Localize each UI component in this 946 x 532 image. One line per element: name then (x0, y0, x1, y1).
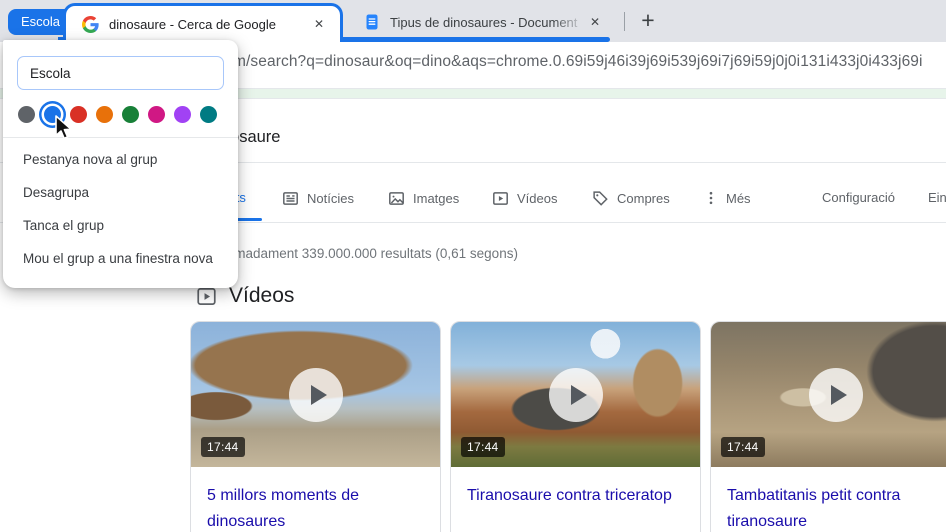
video-cards-row: 17:44 5 millors moments de dinosaures 17… (190, 321, 946, 532)
serp-tab-label: Més (726, 191, 751, 206)
close-tab-icon[interactable]: ✕ (310, 15, 328, 33)
serp-tab-label: Configuració (822, 190, 895, 205)
play-icon[interactable] (289, 368, 343, 422)
mouse-cursor (50, 114, 76, 142)
news-icon (282, 190, 299, 207)
color-swatch-pink[interactable] (148, 106, 165, 123)
video-title-link[interactable]: Tiranosaure contra triceratop (467, 483, 684, 509)
tab-group-menu: Pestanya nova al grup Desagrupa Tanca el… (3, 40, 238, 288)
serp-tools-link[interactable]: Eines (928, 190, 946, 205)
address-bar-url[interactable]: m/search?q=dinosaur&oq=dino&aqs=chrome.0… (233, 53, 923, 71)
video-title-link[interactable]: 5 millors moments de dinosaures (207, 483, 424, 532)
menu-item-new-tab-in-group[interactable]: Pestanya nova al grup (3, 143, 238, 176)
tab-title: dinosaure - Cerca de Google (109, 17, 310, 32)
serp-tab-label: Eines (928, 190, 946, 205)
tab-tipus-de-dinosaures[interactable]: Tipus de dinosaures - Document ✕ (346, 6, 614, 38)
color-swatch-cyan[interactable] (200, 106, 217, 123)
image-icon (388, 190, 405, 207)
color-swatch-green[interactable] (122, 106, 139, 123)
color-swatch-purple[interactable] (174, 106, 191, 123)
serp-tab-imatges[interactable]: Imatges (388, 190, 459, 207)
video-duration-badge: 17:44 (721, 437, 765, 457)
color-swatch-orange[interactable] (96, 106, 113, 123)
browser-window: Escola dinosaure - Cerca de Google ✕ Tip… (0, 0, 946, 532)
tab-title: Tipus de dinosaures - Document (390, 15, 586, 30)
videos-section-title: Vídeos (229, 284, 294, 308)
play-icon[interactable] (549, 368, 603, 422)
play-icon[interactable] (809, 368, 863, 422)
serp-tab-label: Notícies (307, 191, 354, 206)
google-favicon (82, 16, 99, 33)
video-card[interactable]: 17:44 5 millors moments de dinosaures (190, 321, 441, 532)
tab-separator (624, 12, 625, 31)
more-vertical-icon (704, 190, 718, 206)
serp-settings-link[interactable]: Configuració (822, 190, 895, 205)
color-swatch-grey[interactable] (18, 106, 35, 123)
video-duration-badge: 17:44 (461, 437, 505, 457)
videos-section-icon (196, 286, 217, 307)
serp-tab-label: Compres (617, 191, 670, 206)
menu-item-move-group-to-new-window[interactable]: Mou el grup a una finestra nova (3, 242, 238, 275)
video-card[interactable]: 17:44 Tiranosaure contra triceratop (450, 321, 701, 532)
video-title-link[interactable]: Tambatitanis petit contra tiranosaure (727, 483, 944, 532)
serp-tab-label: Imatges (413, 191, 459, 206)
serp-tab-videos[interactable]: Vídeos (492, 190, 557, 207)
serp-tab-mes[interactable]: Més (704, 190, 751, 206)
tag-icon (592, 190, 609, 207)
new-tab-button[interactable]: + (633, 6, 663, 36)
video-icon (492, 190, 509, 207)
video-duration-badge: 17:44 (201, 437, 245, 457)
video-thumbnail[interactable]: 17:44 (711, 322, 946, 467)
serp-tab-noticies[interactable]: Notícies (282, 190, 354, 207)
tab-strip: Escola dinosaure - Cerca de Google ✕ Tip… (0, 0, 946, 42)
group-name-input[interactable] (17, 56, 224, 90)
tab-dinosaure-search[interactable]: dinosaure - Cerca de Google ✕ (63, 3, 343, 42)
serp-tab-compres[interactable]: Compres (592, 190, 670, 207)
results-stats: Aproximadament 339.000.000 resultats (0,… (196, 246, 518, 261)
google-docs-favicon (364, 14, 380, 30)
menu-item-ungroup[interactable]: Desagrupa (3, 176, 238, 209)
video-thumbnail[interactable]: 17:44 (451, 322, 700, 467)
menu-item-close-group[interactable]: Tanca el grup (3, 209, 238, 242)
video-thumbnail[interactable]: 17:44 (191, 322, 440, 467)
close-tab-icon[interactable]: ✕ (586, 13, 604, 31)
serp-tab-label: Vídeos (517, 191, 557, 206)
video-card[interactable]: 17:44 Tambatitanis petit contra tiranosa… (710, 321, 946, 532)
